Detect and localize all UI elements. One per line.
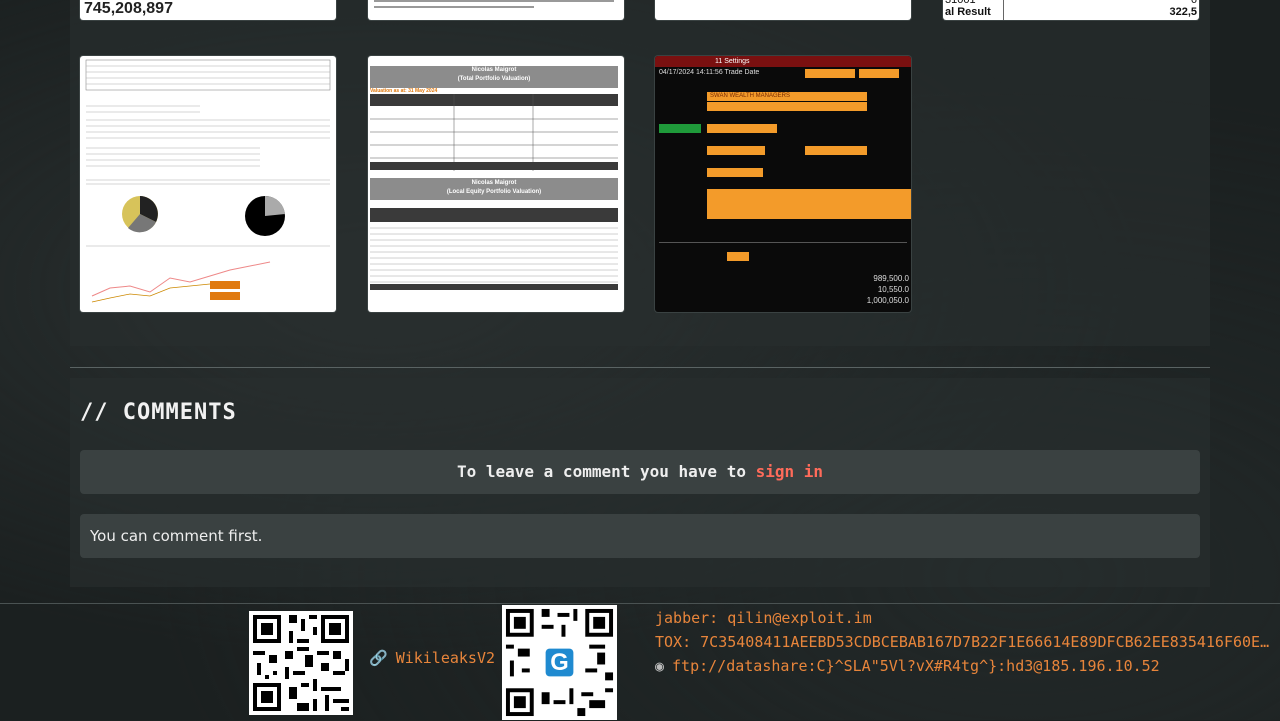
gallery-thumb-trade[interactable]: 11 Settings 04/17/2024 14:11:56 Trade Da… bbox=[655, 56, 911, 312]
signin-link[interactable]: sign in bbox=[756, 462, 823, 481]
thumb-text: 322,5 bbox=[1169, 6, 1197, 18]
total-value: 1,000,050.0 bbox=[866, 296, 909, 305]
gallery-thumb[interactable] bbox=[368, 0, 624, 20]
section-divider bbox=[70, 367, 1210, 368]
gallery-thumb[interactable]: 31001 al Result 6 322,5 bbox=[943, 0, 1199, 20]
portfolio-subtitle: (Local Equity Portfolio Valuation) bbox=[446, 189, 542, 195]
empty-comments-notice: You can comment first. bbox=[80, 514, 1200, 558]
trade-header: 11 Settings bbox=[655, 56, 911, 67]
comments-heading: // COMMENTS bbox=[80, 400, 237, 425]
link-icon: 🔗 bbox=[369, 649, 388, 667]
svg-text:G: G bbox=[550, 649, 569, 676]
tox-contact[interactable]: TOX: 7C35408411AEEBD53CDBCEBAB167D7B22F1… bbox=[655, 633, 1275, 651]
accrued-value: 10,550.0 bbox=[877, 285, 909, 294]
thumb-text: al Result bbox=[945, 6, 991, 18]
report-preview bbox=[85, 59, 331, 303]
qr-code-telegram: G bbox=[502, 605, 617, 720]
eye-icon: ◉ bbox=[655, 657, 665, 675]
thumb-text: 745,208,897 bbox=[84, 0, 173, 17]
qr-code-wikileaks bbox=[249, 611, 353, 715]
ftp-link-row[interactable]: ◉ ftp://datashare:C}^SLA"5Vl?vX#R4tg^}:hd… bbox=[655, 657, 1160, 675]
gallery-thumb[interactable]: 745,208,897 bbox=[80, 0, 336, 20]
jabber-contact[interactable]: jabber: qilin@exploit.im bbox=[655, 609, 872, 627]
trader-field: SWAN WEALTH MANAGERS bbox=[707, 92, 867, 101]
principal-value: 989,500.0 bbox=[873, 274, 909, 283]
wikileaks-label: WikileaksV2 bbox=[395, 649, 496, 667]
portfolio-title: Nicolas Maigrot bbox=[471, 180, 517, 186]
gallery-thumb-portfolio[interactable]: Nicolas Maigrot (Total Portfolio Valuati… bbox=[368, 56, 624, 312]
trade-date: 04/17/2024 14:11:56 Trade Date bbox=[659, 69, 760, 76]
gallery-thumb[interactable] bbox=[655, 0, 911, 20]
comments-section: // COMMENTS To leave a comment you have … bbox=[70, 378, 1210, 587]
wikileaks-link[interactable]: 🔗 WikileaksV2 bbox=[369, 649, 495, 667]
leak-gallery-panel: 745,208,897 31001 al Result 6 322,5 Nico… bbox=[70, 0, 1210, 346]
ftp-link: ftp://datashare:C}^SLA"5Vl?vX#R4tg^}:hd3… bbox=[672, 657, 1160, 675]
signin-prefix: To leave a comment you have to bbox=[456, 462, 756, 481]
signin-prompt: To leave a comment you have to sign in bbox=[80, 450, 1200, 494]
gallery-thumb-report[interactable] bbox=[80, 56, 336, 312]
